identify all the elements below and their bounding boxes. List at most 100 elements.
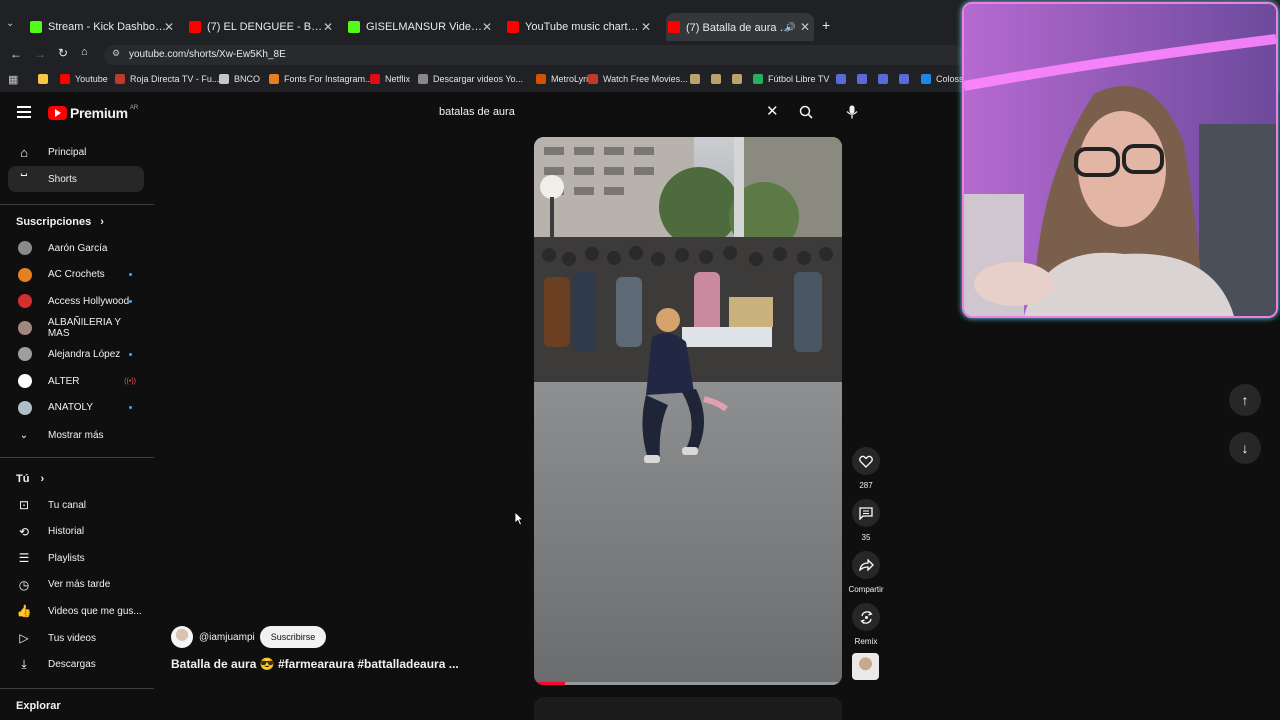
sidebar-subscription-item[interactable]: Aarón García: [8, 235, 144, 261]
bookmark-icon[interactable]: [732, 74, 742, 84]
bookmark-icon[interactable]: [899, 74, 909, 84]
clear-search-icon[interactable]: ✕: [766, 102, 779, 120]
bookmark-item[interactable]: Coloss: [921, 74, 964, 84]
short-video-player[interactable]: [534, 137, 842, 685]
shorts-icon: ⵯ: [20, 171, 28, 186]
voice-search-button[interactable]: [839, 99, 865, 125]
live-icon: ((•)): [124, 377, 136, 385]
bookmark-item[interactable]: Fútbol Libre TV: [753, 74, 829, 84]
home-browser-icon[interactable]: ⌂: [81, 46, 88, 58]
sidebar-subscription-item[interactable]: AC Crochets: [8, 262, 144, 288]
sidebar-subscription-item[interactable]: ALBAÑILERIA Y MAS: [8, 315, 144, 341]
search-box[interactable]: batalas de aura ✕: [430, 99, 789, 125]
sidebar-subscription-item[interactable]: ANATOLY: [8, 395, 144, 421]
omnibox[interactable]: ⚙ youtube.com/shorts/Xw-Ew5Kh_8E: [104, 45, 964, 65]
speaker-icon[interactable]: 🔊: [785, 22, 796, 33]
site-info-icon[interactable]: ⚙: [112, 48, 120, 59]
youtube-icon: [189, 21, 201, 33]
bookmark-item[interactable]: Netflix: [370, 74, 410, 84]
video-progress-track[interactable]: [534, 682, 842, 685]
browser-tab[interactable]: Stream - Kick Dashboard ✕: [30, 13, 178, 41]
close-tab-icon[interactable]: ✕: [482, 20, 492, 34]
youtube-logo[interactable]: Premium AR: [48, 105, 138, 121]
short-title[interactable]: Batalla de aura 😎 #farmearaura #battalla…: [171, 657, 459, 671]
like-count: 287: [859, 481, 873, 490]
bookmark-icon[interactable]: [836, 74, 846, 84]
browser-tab[interactable]: (7) Batalla de aura 😎 #farm🔊✕: [666, 13, 814, 41]
sound-thumbnail[interactable]: [852, 653, 879, 680]
bookmark-icon[interactable]: [878, 74, 888, 84]
menu-icon[interactable]: [17, 106, 31, 118]
chevron-right-icon: ›: [100, 216, 104, 228]
search-button[interactable]: [791, 99, 821, 125]
comments-button[interactable]: [852, 499, 880, 527]
browser-tab[interactable]: YouTube music charts: Argentin✕: [507, 13, 655, 41]
subscriptions-heading[interactable]: Suscripciones ›: [16, 216, 104, 228]
new-tab-button[interactable]: +: [822, 18, 836, 34]
bookmark-item[interactable]: Fonts For Instagram...: [269, 74, 373, 84]
bookmark-icon[interactable]: [690, 74, 700, 84]
search-icon: [799, 105, 813, 119]
close-tab-icon[interactable]: ✕: [800, 20, 810, 34]
sidebar-item-playlists[interactable]: ☰ Playlists: [8, 545, 144, 571]
sidebar-item-descargas[interactable]: ⤓ Descargas: [8, 652, 144, 678]
bookmark-item[interactable]: Descargar videos Yo...: [418, 74, 523, 84]
sidebar-item-tu-canal[interactable]: ⊡ Tu canal: [8, 492, 144, 518]
previous-short-button[interactable]: ↑: [1229, 384, 1261, 416]
sidebar-item-tus-videos[interactable]: ▷ Tus videos: [8, 625, 144, 651]
bookmark-item[interactable]: BNCO: [219, 74, 260, 84]
search-input[interactable]: batalas de aura: [439, 106, 515, 118]
apps-grid-icon[interactable]: ▦: [8, 73, 18, 86]
bookmark-favicon-icon: [38, 74, 48, 84]
channel-avatar: [18, 374, 32, 388]
like-icon: 👍: [16, 604, 32, 619]
tab-title: GISELMANSUR Videos - Watch: [366, 21, 484, 33]
arrow-down-icon: ↓: [1241, 440, 1249, 456]
tab-title: Stream - Kick Dashboard: [48, 21, 166, 33]
bookmark-item[interactable]: Roja Directa TV - Fu...: [115, 74, 219, 84]
channel-avatar: [18, 294, 32, 309]
sidebar-item-principal[interactable]: ⌂ Principal: [8, 139, 144, 165]
sidebar-item-shorts[interactable]: ⵯ Shorts: [8, 166, 144, 192]
bookmark-icon[interactable]: [711, 74, 721, 84]
sidebar-subscription-item[interactable]: ALTER ((•)): [8, 368, 144, 394]
tab-search-button[interactable]: ⌄: [6, 18, 22, 34]
like-button[interactable]: [852, 447, 880, 475]
close-tab-icon[interactable]: ✕: [641, 20, 651, 34]
reload-icon[interactable]: ↻: [58, 46, 68, 60]
bookmark-icon[interactable]: [857, 74, 867, 84]
sidebar-item-historial[interactable]: ⟲ Historial: [8, 519, 144, 545]
back-icon[interactable]: ←: [10, 47, 22, 61]
comment-count: 35: [861, 533, 871, 542]
show-more-button[interactable]: ⌄ Mostrar más: [8, 422, 144, 448]
kick-icon: [30, 21, 42, 33]
sidebar-item-label: Shorts: [48, 173, 77, 185]
channel-handle[interactable]: @iamjuampi: [199, 632, 255, 643]
sidebar-subscription-item[interactable]: Alejandra López: [8, 341, 144, 367]
bookmark-item[interactable]: Watch Free Movies...: [588, 74, 688, 84]
browser-tab[interactable]: (7) EL DENGUEE - BAILA APRET✕: [189, 13, 337, 41]
subscriptions-label: Suscripciones: [16, 216, 92, 228]
bookmark-item[interactable]: Youtube: [60, 74, 108, 84]
browser-tab[interactable]: GISELMANSUR Videos - Watch✕: [348, 13, 496, 41]
webcam-overlay: [962, 2, 1278, 318]
sidebar-item-ver-m-s-tarde[interactable]: ◷ Ver más tarde: [8, 572, 144, 598]
share-button[interactable]: [852, 551, 880, 579]
sidebar-subscription-item[interactable]: Access Hollywood: [8, 288, 144, 314]
close-tab-icon[interactable]: ✕: [323, 20, 333, 34]
tab-title: YouTube music charts: Argentin: [525, 21, 643, 33]
sidebar-item-videos-que-me-gus[interactable]: 👍 Videos que me gus...: [8, 598, 144, 624]
you-heading[interactable]: Tú ›: [16, 473, 44, 485]
explore-heading[interactable]: Explorar: [16, 700, 61, 712]
new-content-dot: [129, 352, 132, 356]
next-short-preview: [534, 697, 842, 720]
forward-icon[interactable]: →: [34, 47, 46, 61]
history-icon: ⟲: [18, 524, 30, 539]
bookmark-item[interactable]: [38, 74, 53, 84]
channel-avatar[interactable]: [171, 626, 193, 648]
your-videos-icon: ▷: [19, 631, 29, 645]
remix-button[interactable]: [852, 603, 880, 631]
next-short-button[interactable]: ↓: [1229, 432, 1261, 464]
close-tab-icon[interactable]: ✕: [164, 20, 174, 34]
subscribe-button[interactable]: Suscribirse: [259, 626, 327, 648]
